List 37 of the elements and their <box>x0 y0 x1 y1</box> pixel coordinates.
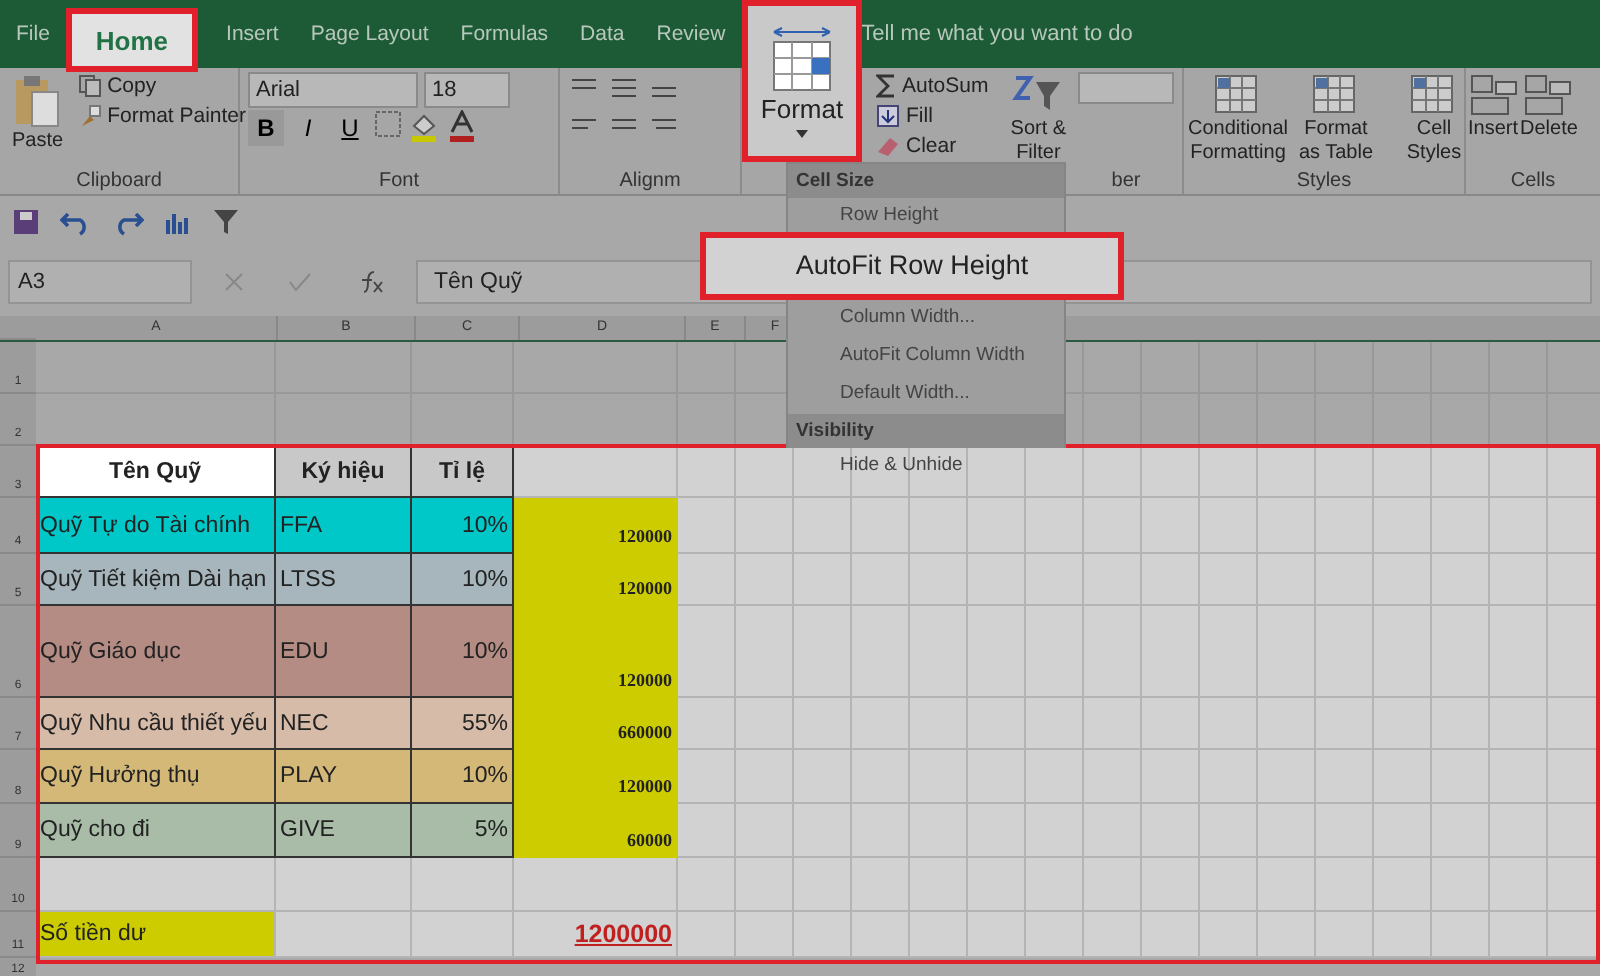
table-cell: 120000 <box>514 498 678 554</box>
table-cell: GIVE <box>276 804 412 858</box>
table-cell: LTSS <box>276 554 412 606</box>
table-cell: 120000 <box>514 750 678 804</box>
table-cell: 10% <box>412 606 514 698</box>
group-label: ber <box>1109 170 1143 192</box>
group-label: Styles <box>1294 170 1354 192</box>
table-cell: Số tiền dư <box>36 912 276 958</box>
table-cell: 10% <box>412 750 514 804</box>
table-cell: 120000 <box>514 606 678 698</box>
table-cell: EDU <box>276 606 412 698</box>
group-label: Alignm <box>617 170 683 192</box>
table-cell: 10% <box>412 554 514 606</box>
table-cell: 5% <box>412 804 514 858</box>
table-cell: Quỹ cho đi <box>36 804 276 858</box>
table-cell: Quỹ Giáo dục <box>36 606 276 698</box>
group-label: Font <box>376 170 421 192</box>
table-cell: Quỹ Tiết kiệm Dài hạn <box>36 554 276 606</box>
table-cell: FFA <box>276 498 412 554</box>
menu-section-header: Visibility <box>788 414 1064 448</box>
menu-section-header: Cell Size <box>788 164 1064 198</box>
group-label: Clipboard <box>74 170 164 192</box>
table-header-cell: Tỉ lệ <box>412 446 514 498</box>
table-cell: PLAY <box>276 750 412 804</box>
table-cell: 10% <box>412 498 514 554</box>
table-cell: 120000 <box>514 554 678 606</box>
table-header-cell: Tên Quỹ <box>36 446 276 498</box>
table-cell: Quỹ Tự do Tài chính <box>36 498 276 554</box>
table-header-cell: Ký hiệu <box>276 446 412 498</box>
group-label: Cells <box>1508 170 1558 192</box>
table-cell: 660000 <box>514 698 678 750</box>
table-cell: 60000 <box>514 804 678 858</box>
table-cell: NEC <box>276 698 412 750</box>
table-cell: Quỹ Hưởng thụ <box>36 750 276 804</box>
table-cell: 55% <box>412 698 514 750</box>
table-cell: Quỹ Nhu cầu thiết yếu <box>36 698 276 750</box>
table-cell: 1200000 <box>514 912 678 958</box>
